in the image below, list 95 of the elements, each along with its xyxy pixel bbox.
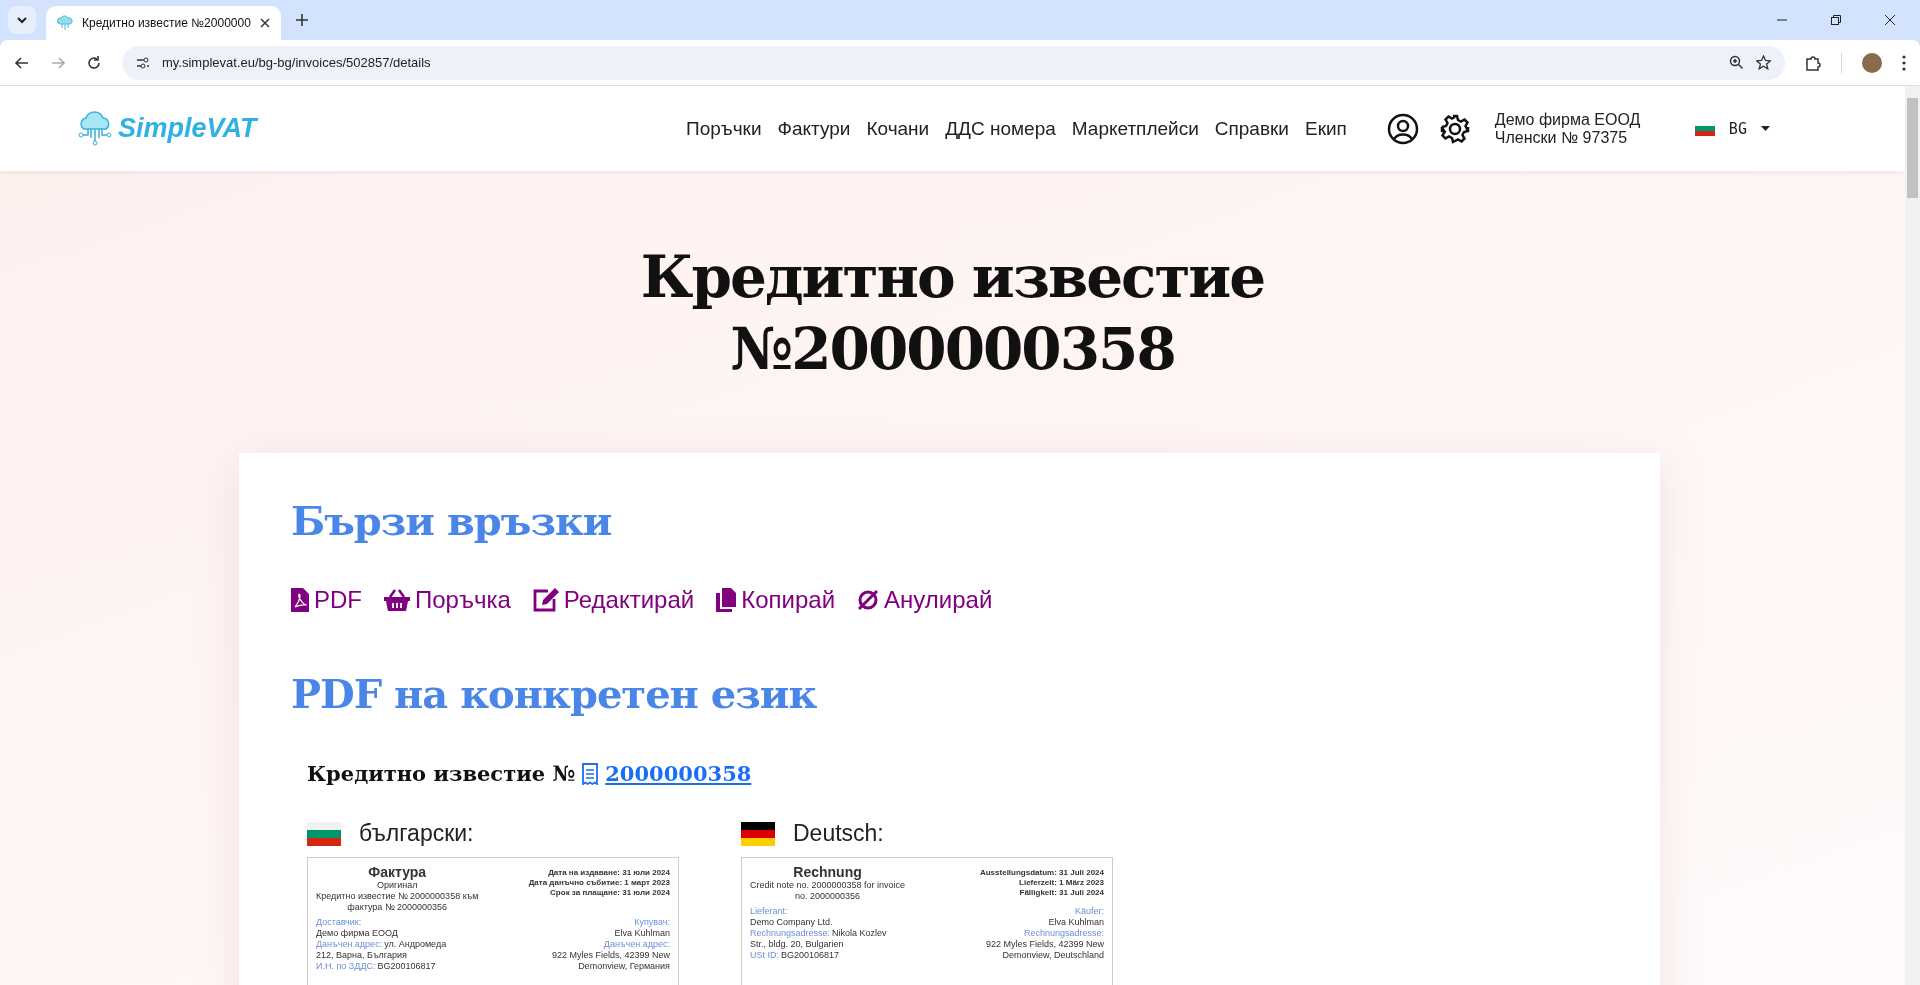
close-icon[interactable] — [1884, 14, 1896, 26]
preview-date: Дата данъчно събитие: 1 март 2023 — [528, 878, 670, 888]
menu-icon[interactable] — [1902, 54, 1906, 71]
preview-text: 212, Варна, България — [316, 950, 407, 961]
preview-title: Rechnung — [793, 864, 862, 880]
ban-icon — [857, 589, 880, 611]
section-heading: PDF на конкретен език — [291, 670, 818, 717]
cloud-logo-icon — [76, 110, 114, 147]
quick-link[interactable]: Анулирай — [857, 586, 993, 614]
flag-icon — [307, 821, 341, 846]
preview-text: no. 2000000356 — [795, 891, 861, 902]
quick-link[interactable]: PDF — [291, 586, 362, 614]
avatar-icon[interactable] — [1862, 52, 1882, 73]
tab-title: Кредитно известие №2000000 — [82, 16, 251, 30]
preview-text: Кредитно известие № 2000000358 към — [316, 891, 479, 902]
preview-label: Rechnungsadresse: — [750, 928, 831, 939]
preview-label: Käufer: — [1074, 906, 1104, 917]
preview-label: Данъчен адрес: — [316, 939, 383, 950]
section-heading: Бързи връзки — [291, 497, 613, 544]
pdf-preview[interactable] — [741, 857, 1113, 985]
document-number-link[interactable]: 2000000358 — [605, 761, 752, 786]
flag-icon — [1694, 121, 1715, 136]
language-link[interactable]: Deutsch: — [793, 820, 884, 847]
reload-icon[interactable] — [86, 54, 102, 71]
address-bar[interactable]: my.simplevat.eu/bg-bg/invoices/502857/details — [122, 45, 1785, 80]
preview-label: USt ID: — [750, 950, 779, 961]
nav-link[interactable]: Маркетплейси — [1071, 117, 1199, 140]
flag-icon — [741, 821, 775, 846]
nav-link[interactable]: Фактури — [777, 117, 851, 140]
back-icon[interactable] — [14, 54, 30, 71]
nav-link[interactable]: Екип — [1304, 117, 1347, 140]
company-name: Демо фирма ЕООД — [1494, 110, 1642, 129]
preview-text: Nikola Kozlev — [832, 928, 887, 939]
preview-text: Str., bldg. 20, Bulgarien — [750, 939, 844, 950]
cloud-icon — [56, 14, 74, 32]
preview-text: Демо фирма ЕООД — [316, 928, 398, 939]
preview-date: Дата на издаване: 31 юли 2024 — [548, 868, 670, 878]
nav-link[interactable]: Поръчки — [686, 117, 762, 140]
language-link[interactable]: български: — [359, 820, 474, 847]
nav-link[interactable]: ДДС номера — [945, 117, 1056, 140]
receipt-icon — [581, 762, 600, 785]
preview-date: Срок за плащане: 31 юли 2024 — [550, 888, 670, 898]
preview-text: BG200106817 — [377, 961, 436, 972]
preview-label: Доставчик: — [316, 917, 363, 928]
preview-date: Lieferzeit: 1 März 2023 — [1019, 878, 1104, 888]
url-text: my.simplevat.eu/bg-bg/invoices/502857/details — [162, 55, 431, 70]
preview-text: Demonview, Германия — [578, 961, 670, 972]
document-label: Кредитно известие № — [307, 761, 576, 786]
caret-icon — [1760, 125, 1770, 132]
language-selector[interactable]: BG — [1694, 119, 1770, 138]
preview-text: ул. Андромеда — [384, 939, 447, 950]
pdf-preview[interactable] — [307, 857, 679, 985]
site-info-icon[interactable] — [136, 56, 150, 69]
quick-link[interactable]: Копирай — [716, 586, 836, 614]
pdf-file-icon — [291, 588, 309, 612]
quick-link[interactable]: Редактирай — [532, 586, 695, 614]
preview-label: Купувач: — [634, 917, 670, 928]
preview-label: Rechnungsadresse: — [1023, 928, 1104, 939]
quick-link[interactable]: Поръчка — [384, 586, 511, 614]
preview-title: Фактура — [368, 864, 427, 880]
preview-label: Данъчен адрес: — [603, 939, 670, 950]
preview-text: Оригинал — [376, 880, 418, 891]
zoom-icon[interactable] — [1729, 55, 1744, 70]
basket-icon — [384, 589, 410, 611]
preview-label: И.Н. по ЗДДС: — [316, 961, 376, 972]
preview-text: фактура № 2000000356 — [347, 902, 448, 913]
tab-list-button[interactable] — [8, 6, 36, 34]
preview-text: Demo Company Ltd. — [750, 917, 833, 928]
restore-icon[interactable] — [1830, 14, 1842, 26]
copy-icon — [716, 588, 737, 612]
preview-text: 922 Myles Fields, 42399 New — [985, 939, 1104, 950]
star-icon[interactable] — [1756, 55, 1771, 70]
new-tab-icon[interactable] — [294, 13, 309, 27]
membership-number: Членски № 97375 — [1494, 128, 1629, 147]
preview-text: 922 Myles Fields, 42399 New — [551, 950, 670, 961]
page-title: №2000000358 — [730, 314, 1175, 385]
preview-text: Demonview, Deutschland — [1002, 950, 1104, 961]
user-icon[interactable] — [1386, 112, 1419, 145]
settings-icon[interactable] — [1438, 112, 1471, 145]
nav-link[interactable]: Кочани — [866, 117, 930, 140]
scrollbar[interactable] — [1905, 86, 1920, 985]
preview-date: Ausstellungsdatum: 31 Juli 2024 — [979, 868, 1104, 878]
preview-label: Lieferant: — [750, 906, 789, 917]
page-title: Кредитно известие — [640, 242, 1265, 313]
extensions-icon[interactable] — [1805, 54, 1821, 71]
preview-text: Elva Kuhlman — [614, 928, 670, 939]
preview-text: BG200106817 — [781, 950, 840, 961]
browser-tab[interactable]: Кредитно известие №2000000 — [46, 6, 281, 40]
caret-icon — [16, 14, 28, 26]
preview-text: Elva Kuhlman — [1048, 917, 1104, 928]
preview-date: Fälligkeit: 31 Juli 2024 — [1019, 888, 1104, 898]
nav-link[interactable]: Справки — [1214, 117, 1289, 140]
edit-icon — [532, 588, 559, 612]
preview-text: Credit note no. 2000000358 for invoice — [750, 880, 906, 891]
close-icon[interactable] — [258, 17, 271, 29]
